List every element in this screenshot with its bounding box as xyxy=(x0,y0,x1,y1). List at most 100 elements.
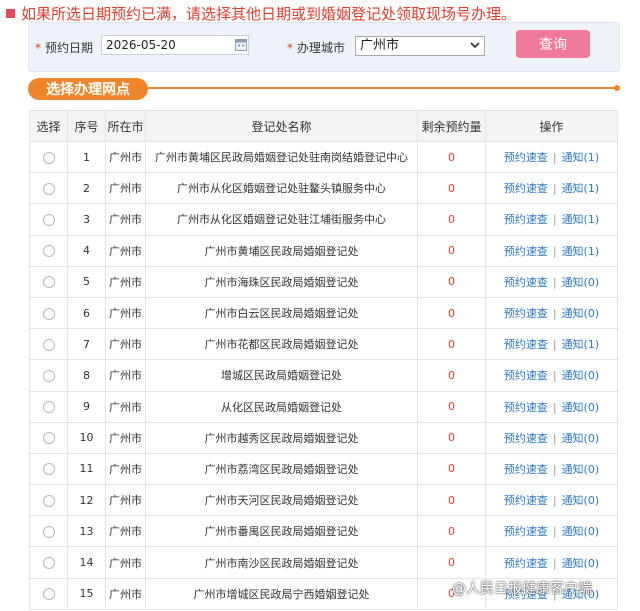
row-number: 5 xyxy=(67,265,106,298)
row-city: 广州市 xyxy=(105,140,146,174)
calendar-icon[interactable] xyxy=(235,37,247,51)
city-select[interactable]: 广州市 xyxy=(355,36,485,56)
header-select: 选择 xyxy=(29,110,68,142)
row-radio[interactable] xyxy=(42,494,55,507)
notice-link[interactable]: 通知(1) xyxy=(562,245,600,258)
row-radio[interactable] xyxy=(42,588,55,601)
registry-office-table: 选择 序号 所在市 登记处名称 剩余预约量 操作 1 广州市 广州市黄埔区民政局婚姻… xyxy=(29,110,618,610)
action-separator: | xyxy=(552,462,557,476)
row-office-name: 广州市天河区民政局婚姻登记处 xyxy=(145,484,418,517)
row-number: 9 xyxy=(67,390,106,423)
quick-check-link[interactable]: 预约速查 xyxy=(504,182,548,195)
row-number: 7 xyxy=(67,328,106,361)
row-number: 2 xyxy=(67,172,106,205)
row-city: 广州市 xyxy=(105,172,146,205)
row-office-name: 广州市越秀区民政局婚姻登记处 xyxy=(145,421,418,454)
required-star-icon: * xyxy=(287,41,293,55)
quick-check-link[interactable]: 预约速查 xyxy=(504,276,548,289)
row-office-name: 增城区民政局婚姻登记处 xyxy=(145,359,418,392)
table-header-row: 选择 序号 所在市 登记处名称 剩余预约量 操作 xyxy=(29,110,618,142)
row-radio[interactable] xyxy=(42,213,55,226)
row-city: 广州市 xyxy=(105,328,146,361)
row-remaining: 0 xyxy=(417,359,486,392)
row-radio[interactable] xyxy=(42,276,55,289)
row-office-name: 广州市从化区婚姻登记处驻江埔街服务中心 xyxy=(145,203,418,236)
date-input[interactable]: 2026-05-20 xyxy=(101,35,249,55)
select-cell xyxy=(29,390,68,423)
row-radio[interactable] xyxy=(42,557,55,570)
quick-check-link[interactable]: 预约速查 xyxy=(504,525,548,538)
notice-link[interactable]: 通知(0) xyxy=(562,557,600,570)
quick-check-link[interactable]: 预约速查 xyxy=(504,151,548,164)
row-radio[interactable] xyxy=(42,369,55,382)
row-radio[interactable] xyxy=(42,338,55,351)
row-number: 10 xyxy=(67,421,106,454)
quick-check-link[interactable]: 预约速查 xyxy=(504,463,548,476)
row-number: 8 xyxy=(67,359,106,392)
row-city: 广州市 xyxy=(105,265,146,298)
row-actions: 预约速查 | 通知(0) xyxy=(485,359,618,392)
notice-link[interactable]: 通知(1) xyxy=(562,151,600,164)
query-button[interactable]: 查询 xyxy=(516,30,590,58)
quick-check-link[interactable]: 预约速查 xyxy=(504,432,548,445)
row-radio[interactable] xyxy=(42,182,55,195)
row-remaining: 0 xyxy=(417,452,486,486)
row-radio[interactable] xyxy=(42,401,55,414)
notice-link[interactable]: 通知(0) xyxy=(562,525,600,538)
select-cell xyxy=(29,577,68,610)
row-number: 3 xyxy=(67,203,106,236)
divider-dot-icon xyxy=(614,85,620,91)
row-remaining: 0 xyxy=(417,296,486,330)
notice-link[interactable]: 通知(0) xyxy=(562,401,600,414)
row-office-name: 广州市增城区民政局宁西婚姻登记处 xyxy=(145,577,418,610)
notice-link[interactable]: 通知(1) xyxy=(562,213,600,226)
notice-link[interactable]: 通知(0) xyxy=(562,307,600,320)
quick-check-link[interactable]: 预约速查 xyxy=(504,307,548,320)
row-radio[interactable] xyxy=(42,463,55,476)
row-radio[interactable] xyxy=(42,245,55,258)
select-cell xyxy=(29,172,68,205)
select-cell xyxy=(29,421,68,454)
quick-check-link[interactable]: 预约速查 xyxy=(504,338,548,351)
row-remaining: 0 xyxy=(417,265,486,298)
notice-link[interactable]: 通知(0) xyxy=(562,276,600,289)
row-city: 广州市 xyxy=(105,577,146,610)
row-radio[interactable] xyxy=(42,525,55,538)
row-number: 15 xyxy=(67,577,106,610)
row-office-name: 广州市南沙区民政局婚姻登记处 xyxy=(145,546,418,579)
select-cell xyxy=(29,452,68,486)
required-star-icon: * xyxy=(35,41,41,55)
row-radio[interactable] xyxy=(42,307,55,320)
notice-link[interactable]: 通知(0) xyxy=(562,494,600,507)
select-cell xyxy=(29,546,68,579)
action-separator: | xyxy=(552,151,557,165)
notice-link[interactable]: 通知(0) xyxy=(562,432,600,445)
action-separator: | xyxy=(552,525,557,539)
row-office-name: 广州市从化区婚姻登记处驻鳌头镇服务中心 xyxy=(145,172,418,205)
row-office-name: 广州市荔湾区民政局婚姻登记处 xyxy=(145,452,418,486)
quick-check-link[interactable]: 预约速查 xyxy=(504,369,548,382)
row-actions: 预约速查 | 通知(0) xyxy=(485,515,618,548)
row-remaining: 0 xyxy=(417,203,486,236)
notice-square-icon xyxy=(6,8,15,18)
row-actions: 预约速查 | 通知(1) xyxy=(485,328,618,361)
notice-link[interactable]: 通知(1) xyxy=(562,182,600,195)
quick-check-link[interactable]: 预约速查 xyxy=(504,494,548,507)
notice-link[interactable]: 通知(0) xyxy=(562,463,600,476)
quick-check-link[interactable]: 预约速查 xyxy=(504,213,548,226)
table-row: 11 广州市 广州市荔湾区民政局婚姻登记处 0 预约速查 | 通知(0) xyxy=(29,452,618,486)
notice-link[interactable]: 通知(0) xyxy=(562,369,600,382)
quick-check-link[interactable]: 预约速查 xyxy=(504,557,548,570)
row-remaining: 0 xyxy=(417,234,486,267)
row-number: 14 xyxy=(67,546,106,579)
row-radio[interactable] xyxy=(42,151,55,164)
row-office-name: 广州市黄埔区民政局婚姻登记处驻南岗结婚登记中心 xyxy=(145,140,418,174)
table-row: 6 广州市 广州市白云区民政局婚姻登记处 0 预约速查 | 通知(0) xyxy=(29,296,618,330)
row-actions: 预约速查 | 通知(1) xyxy=(485,172,618,205)
quick-check-link[interactable]: 预约速查 xyxy=(504,401,548,414)
table-row: 5 广州市 广州市海珠区民政局婚姻登记处 0 预约速查 | 通知(0) xyxy=(29,265,618,298)
notice-link[interactable]: 通知(1) xyxy=(562,338,600,351)
row-office-name: 广州市黄埔区民政局婚姻登记处 xyxy=(145,234,418,267)
quick-check-link[interactable]: 预约速查 xyxy=(504,245,548,258)
row-radio[interactable] xyxy=(42,432,55,445)
